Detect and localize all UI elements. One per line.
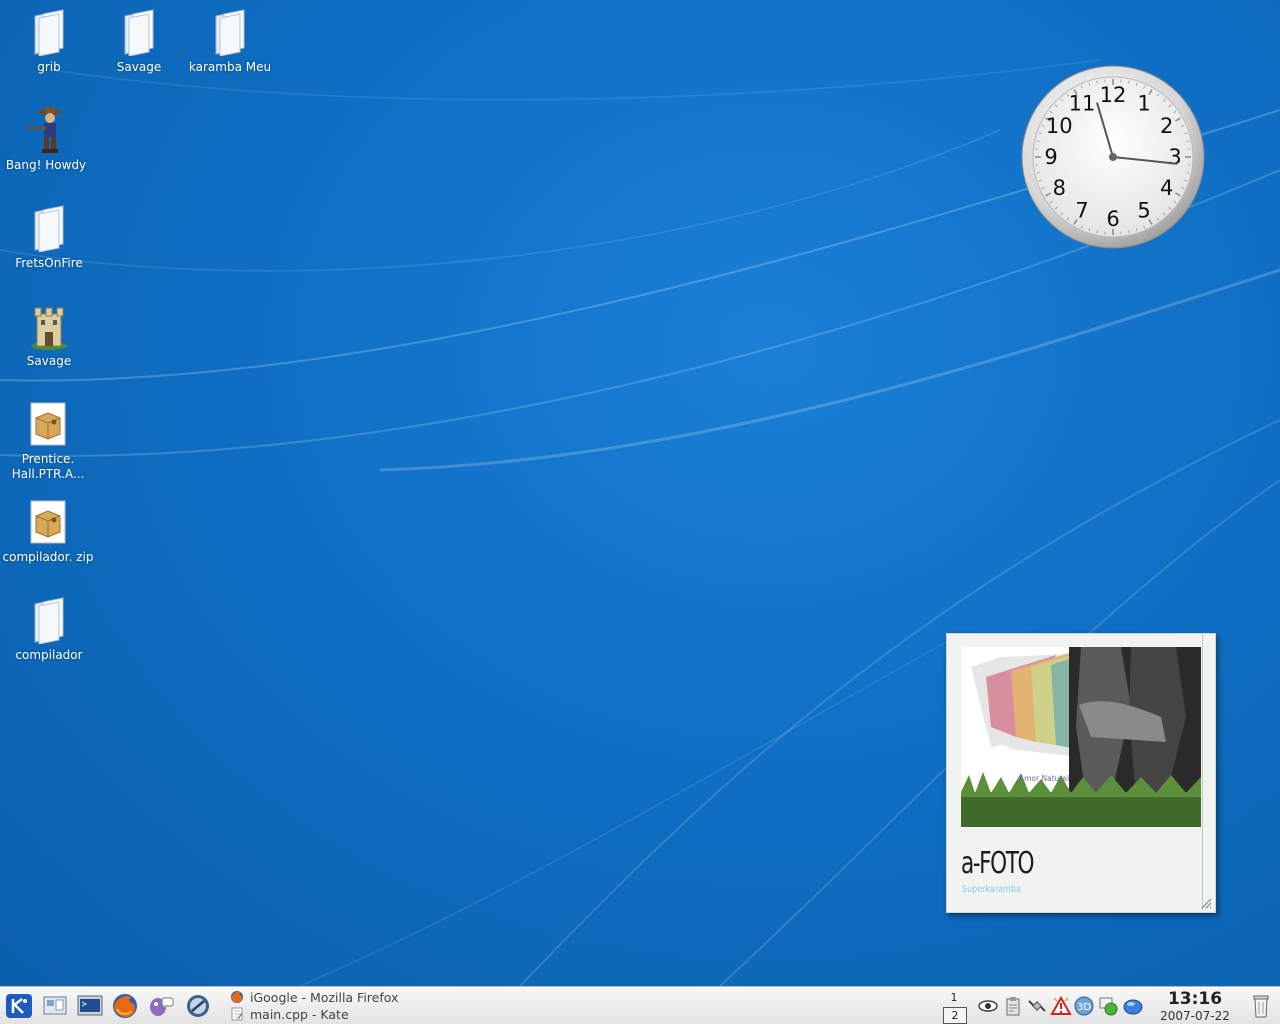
task-firefox[interactable]: iGoogle - Mozilla Firefox (230, 989, 398, 1006)
pager-desktop-1[interactable]: 1 (943, 990, 965, 1005)
clock-numeral: 6 (1106, 207, 1119, 231)
clock-numeral: 11 (1069, 91, 1096, 115)
firefox-icon[interactable] (110, 991, 140, 1021)
folder-icon (124, 9, 154, 56)
taskbar-clock-date: 2007-07-22 (1160, 1009, 1230, 1023)
desktop-icon-label: Savage (26, 354, 72, 368)
network-app-icon[interactable] (183, 991, 213, 1021)
desktop-icon-label: Bang! Howdy (5, 158, 87, 172)
trash-icon[interactable] (1252, 993, 1270, 1019)
task-label: main.cpp - Kate (250, 1007, 349, 1022)
eye-icon[interactable] (977, 995, 999, 1017)
desktop-icon-label: Prentice. Hall.PTR.A... (11, 452, 85, 481)
virtual-desktop-pager: 1 2 (943, 990, 967, 1024)
desktop-icon-label: compilador. zip (2, 550, 94, 564)
task-kate[interactable]: main.cpp - Kate (230, 1006, 349, 1023)
folder-icon (34, 597, 64, 644)
firefox-icon (231, 991, 243, 1003)
resize-grip-icon[interactable] (1200, 897, 1212, 909)
clock-numeral: 12 (1100, 83, 1127, 107)
desktop-icon-compilador-zip[interactable]: compilador. zip (2, 498, 94, 565)
taskbar-clock-time: 13:16 (1167, 989, 1223, 1009)
desktop-icon-karamba-meu[interactable]: karamba Meu (184, 8, 276, 75)
clock-numeral: 8 (1053, 176, 1066, 200)
clock-numeral: 9 (1044, 145, 1057, 169)
desktop-icon-fretsonfire[interactable]: FretsOnFire (3, 204, 95, 271)
clock-numeral: 5 (1137, 199, 1150, 223)
clock-numeral: 1 (1137, 91, 1150, 115)
kate-icon (231, 1007, 243, 1021)
clock-numeral: 2 (1160, 114, 1173, 138)
archive-icon (30, 402, 66, 446)
castle-icon (31, 307, 67, 350)
terminal-icon[interactable] (75, 991, 105, 1021)
warning-icon[interactable] (1050, 995, 1072, 1017)
widget-edge (1202, 634, 1203, 910)
clock-center-pin (1109, 153, 1117, 161)
task-label: iGoogle - Mozilla Firefox (250, 990, 399, 1005)
taskbar-clock[interactable]: 13:16 2007-07-22 (1150, 989, 1240, 1024)
desktop-icon-label: Savage (116, 60, 162, 74)
widget-subtitle: Superkaramba (962, 884, 1021, 895)
desktop-icon-savage-folder[interactable]: Savage (93, 8, 185, 75)
clock-numeral: 3 (1168, 145, 1181, 169)
desktop-icon-prentice-hall[interactable]: Prentice. Hall.PTR.A... (2, 400, 94, 482)
photo-widget[interactable]: Amor Natural a-FOTO Superkaramba (946, 633, 1216, 913)
cowboy-icon (28, 107, 62, 153)
desktop: grib Savage karamba Meu Bang! Howdy Fret… (0, 0, 1280, 986)
desktop-icon-grib[interactable]: grib (3, 8, 95, 75)
desktop-icon-savage-game[interactable]: Savage (3, 302, 95, 369)
folder-icon (34, 205, 64, 252)
desktop-icon-compilador[interactable]: compilador (3, 596, 95, 663)
display-icon[interactable]: 3D (1073, 995, 1095, 1017)
folder-icon (215, 9, 245, 56)
desktop-icon-label: karamba Meu (188, 60, 272, 74)
svg-text:3D: 3D (1077, 1002, 1091, 1013)
analog-clock-widget[interactable]: 12 12 3 45678 9 1011 (1020, 64, 1206, 250)
widget-brand: a-FOTO (961, 846, 1034, 881)
taskbar: iGoogle - Mozilla Firefox main.cpp - Kat… (0, 986, 1280, 1024)
green-status-icon[interactable] (1098, 995, 1120, 1017)
kde-menu-icon[interactable] (4, 991, 34, 1021)
network-cable-icon[interactable] (1026, 995, 1048, 1017)
clipboard-icon[interactable] (1002, 995, 1024, 1017)
globe-icon[interactable] (1122, 995, 1144, 1017)
desktop-access-icon[interactable] (40, 991, 70, 1021)
pager-desktop-2[interactable]: 2 (943, 1007, 967, 1024)
photo-caption: Amor Natural (1019, 774, 1069, 783)
clock-numeral: 4 (1160, 176, 1173, 200)
photo-image: Amor Natural (961, 647, 1201, 827)
desktop-icon-bang-howdy[interactable]: Bang! Howdy (0, 106, 92, 173)
desktop-icon-label: compilador (15, 648, 83, 662)
desktop-icon-label: FretsOnFire (15, 256, 83, 270)
clock-numeral: 7 (1075, 199, 1088, 223)
pidgin-icon[interactable] (146, 991, 176, 1021)
desktop-icon-label: grib (37, 60, 61, 74)
archive-icon (30, 500, 66, 544)
clock-numeral: 10 (1046, 114, 1073, 138)
folder-icon (34, 9, 64, 56)
